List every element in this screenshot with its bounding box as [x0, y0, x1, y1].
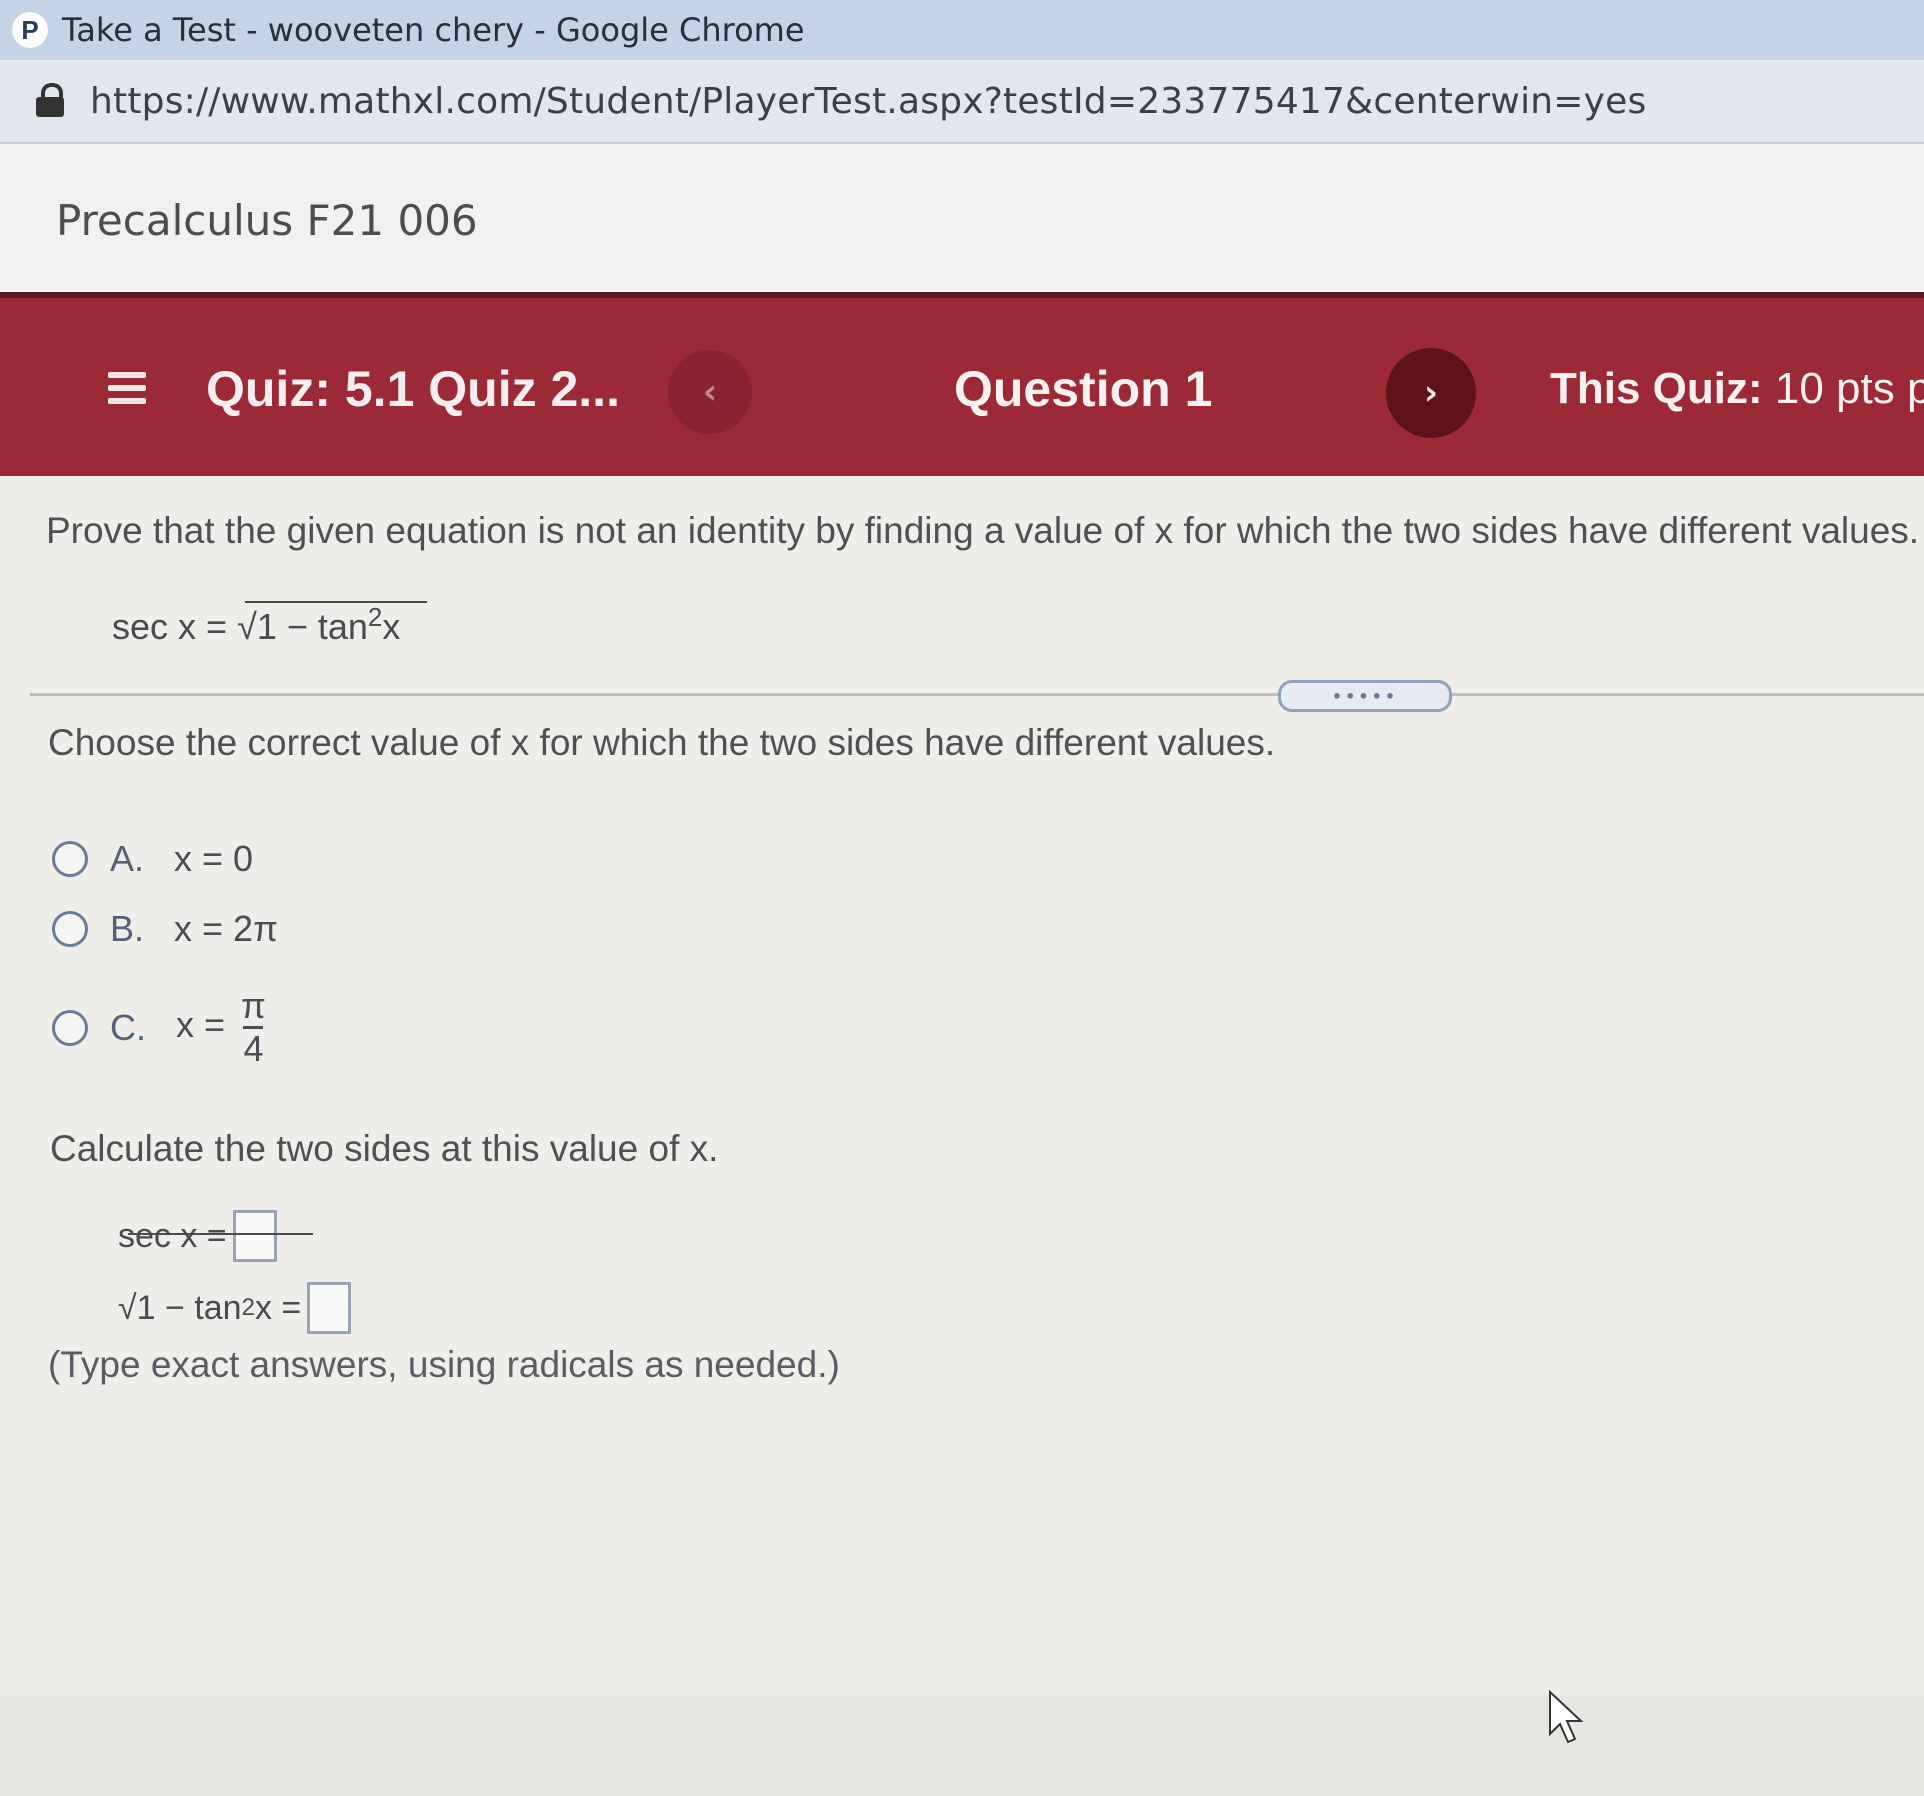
handle-dots: •••••	[1331, 686, 1399, 706]
sec-label: sec x =	[118, 1216, 227, 1255]
sqrt-answer-row: √ 1 − tan 2 x =	[118, 1282, 352, 1334]
score-label: This Quiz:	[1550, 364, 1763, 413]
menu-icon[interactable]	[108, 372, 146, 410]
quiz-score: This Quiz: 10 pts pos	[1550, 364, 1924, 414]
quiz-navbar: Quiz: 5.1 Quiz 2... ‹ Question 1 › This …	[0, 292, 1924, 482]
option-letter: C.	[110, 1006, 146, 1048]
lock-icon	[36, 83, 64, 119]
section-divider	[30, 693, 1924, 696]
radio-b[interactable]	[52, 911, 88, 947]
sec-answer-row: sec x =	[118, 1210, 277, 1262]
option-math-prefix: x =	[176, 1004, 236, 1046]
chevron-right-icon: ›	[1423, 373, 1438, 413]
address-bar[interactable]: https://www.mathxl.com/Student/PlayerTes…	[0, 60, 1924, 144]
option-letter: B.	[110, 908, 145, 949]
mouse-cursor-icon	[1549, 1690, 1584, 1744]
option-b[interactable]: B. x = 2π	[52, 908, 278, 950]
denominator: 4	[243, 1028, 264, 1069]
question-prompt: Prove that the given equation is not an …	[46, 510, 1920, 551]
choose-prompt: Choose the correct value of x for which …	[48, 722, 1276, 763]
radio-c[interactable]	[52, 1009, 88, 1046]
question-label: Question 1	[954, 361, 1213, 417]
score-value: 10 pts pos	[1774, 364, 1924, 413]
answer-hint: (Type exact answers, using radicals as n…	[48, 1344, 840, 1385]
radicand: 1 − tan	[256, 606, 368, 647]
option-letter: A.	[110, 838, 145, 879]
sqrt-answer-input[interactable]	[307, 1282, 352, 1334]
sec-answer-input[interactable]	[232, 1210, 277, 1262]
radical-sign: √	[237, 606, 257, 647]
next-question-button[interactable]: ›	[1386, 348, 1476, 438]
given-equation: sec x = √1 − tan2x	[112, 602, 400, 648]
quiz-name[interactable]: Quiz: 5.1 Quiz 2...	[206, 360, 620, 418]
window-titlebar: P Take a Test - wooveten chery - Google …	[0, 0, 1924, 60]
equation-lhs: sec x =	[112, 606, 238, 647]
option-c[interactable]: C. x = π 4	[52, 986, 266, 1069]
chevron-left-icon: ‹	[702, 372, 717, 412]
window-title: Take a Test - wooveten chery - Google Ch…	[62, 11, 805, 49]
equation-var: x	[382, 606, 401, 647]
sqrt-var: x =	[254, 1288, 302, 1327]
radio-a[interactable]	[52, 841, 88, 877]
radicand: 1 − tan	[136, 1288, 242, 1327]
numerator: π	[241, 985, 266, 1026]
course-header: Precalculus F21 006	[0, 144, 1924, 292]
exponent: 2	[367, 602, 383, 632]
resize-handle[interactable]: •••••	[1278, 680, 1452, 712]
option-math: x = π 4	[176, 986, 266, 1069]
calculate-prompt: Calculate the two sides at this value of…	[50, 1128, 719, 1169]
course-title: Precalculus F21 006	[56, 196, 478, 245]
radical-sign: √	[118, 1288, 137, 1327]
option-a[interactable]: A. x = 0	[52, 838, 253, 880]
app-icon: P	[12, 12, 48, 48]
question-content: Prove that the given equation is not an …	[0, 476, 1924, 1796]
option-math: x = 2π	[174, 908, 278, 949]
option-math: x = 0	[174, 838, 254, 879]
footer-strip	[0, 1696, 1924, 1796]
url-text[interactable]: https://www.mathxl.com/Student/PlayerTes…	[90, 81, 1646, 122]
exponent: 2	[241, 1294, 255, 1321]
previous-question-button[interactable]: ‹	[668, 350, 752, 434]
fraction: π 4	[241, 986, 266, 1069]
